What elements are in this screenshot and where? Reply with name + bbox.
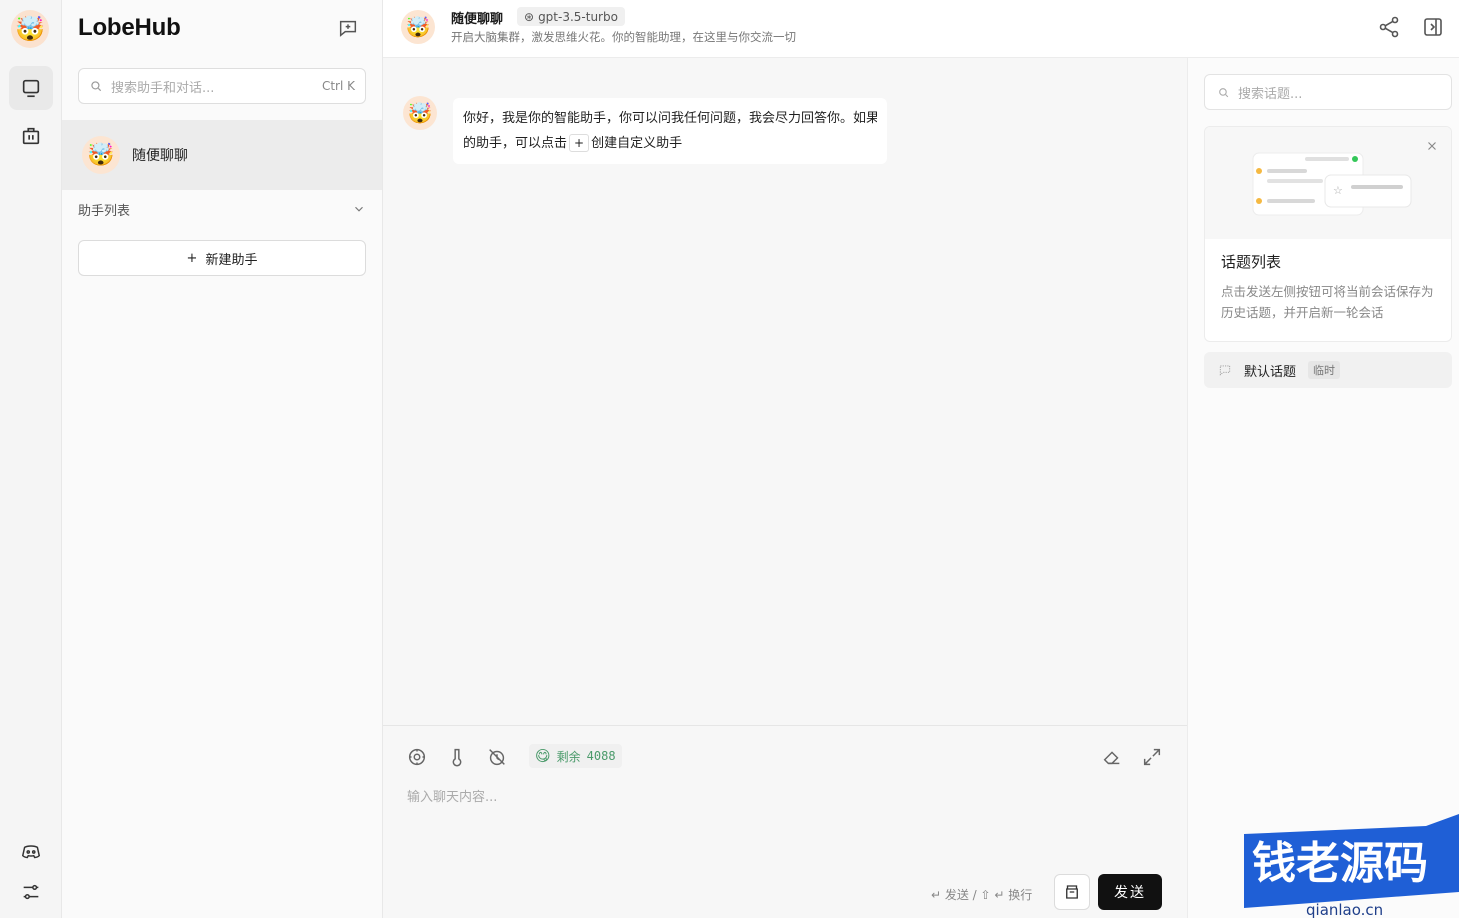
agent-title: 随便聊聊 bbox=[451, 12, 504, 27]
market-icon[interactable] bbox=[9, 114, 53, 158]
openai-icon: ⊛ bbox=[524, 9, 535, 24]
model-name: gpt-3.5-turbo bbox=[538, 9, 618, 24]
send-button[interactable]: 发送 bbox=[1098, 874, 1162, 910]
chat-input[interactable]: 输入聊天内容... bbox=[407, 786, 497, 805]
token-label: 剩余 bbox=[556, 749, 581, 764]
agent-description: 开启大脑集群，激发思维火花。你的智能助理，在这里与你交流一切 bbox=[451, 30, 796, 44]
brand-logo: LobeHub bbox=[78, 14, 181, 41]
default-topic-item[interactable]: 默认话题 临时 bbox=[1204, 352, 1452, 388]
save-topic-button[interactable] bbox=[1054, 874, 1090, 910]
token-value: 4088 bbox=[586, 749, 616, 763]
temperature-icon[interactable] bbox=[446, 746, 468, 768]
topic-guide-card: ☆ 话题列表 点击发送左侧按钮可将当前会话保存为历史话题，并开启新一轮会话 bbox=[1204, 126, 1452, 342]
temporary-badge: 临时 bbox=[1308, 361, 1341, 379]
user-avatar[interactable]: 🤯 bbox=[11, 10, 49, 48]
history-off-icon[interactable] bbox=[486, 746, 508, 768]
message-line-2: 的助手，可以点击 + 创建自定义助手 bbox=[463, 131, 877, 156]
search-icon bbox=[91, 81, 102, 92]
agent-group-header[interactable]: 助手列表 bbox=[78, 198, 366, 220]
guide-description: 点击发送左侧按钮可将当前会话保存为历史话题，并开启新一轮会话 bbox=[1221, 284, 1434, 320]
chat-composer: 😋 剩余 4088 输入聊天内容... ↵ 发送 / ⇧ ↵ 换行 发送 bbox=[383, 725, 1187, 918]
watermark-url: qianlao.cn bbox=[1306, 901, 1383, 918]
message-bubble: 你好，我是你的智能助手，你可以问我任何问题，我会尽力回答你。如果你需要获得更专业… bbox=[453, 98, 887, 164]
chat-icon[interactable] bbox=[9, 66, 53, 110]
search-placeholder: 搜索助手和对话... bbox=[111, 80, 215, 96]
chat-main: 🤯 随便聊聊 ⊛ gpt-3.5-turbo 开启大脑集群，激发思维火花。你的智… bbox=[383, 0, 1459, 918]
send-hint: ↵ 发送 / ⇧ ↵ 换行 bbox=[931, 888, 1033, 902]
icon-rail: 🤯 bbox=[0, 0, 62, 918]
message-icon bbox=[1219, 365, 1231, 376]
model-settings-icon[interactable] bbox=[406, 746, 428, 768]
message-avatar: 🤯 bbox=[403, 96, 437, 130]
group-title: 助手列表 bbox=[78, 203, 131, 219]
save-topic-icon bbox=[1066, 885, 1078, 899]
topic-search-placeholder: 搜索话题... bbox=[1238, 86, 1303, 102]
topic-panel: 搜索话题... ☆ 话题列表 点击发送左侧按钮可将当前会话保存为历史话题，并开启… bbox=[1187, 58, 1459, 918]
default-topic-title: 默认话题 bbox=[1244, 364, 1297, 380]
eraser-icon[interactable] bbox=[1101, 746, 1123, 768]
plus-icon: + bbox=[186, 250, 198, 266]
session-avatar: 🤯 bbox=[82, 136, 120, 174]
svg-text:☆: ☆ bbox=[1333, 184, 1343, 197]
guide-illustration: ☆ bbox=[1205, 127, 1451, 239]
watermark-logo: 钱老源码 qianlao.cn bbox=[1244, 814, 1459, 918]
message-line-1: 你好，我是你的智能助手，你可以问我任何问题，我会尽力回答你。如果你需要获得更专业… bbox=[463, 111, 877, 126]
share-icon[interactable] bbox=[1377, 15, 1401, 39]
token-counter[interactable]: 😋 剩余 4088 bbox=[529, 744, 622, 768]
close-icon[interactable] bbox=[1425, 139, 1439, 153]
new-chat-button[interactable] bbox=[334, 14, 362, 42]
toggle-panel-icon[interactable] bbox=[1421, 15, 1445, 39]
new-agent-label: 新建助手 bbox=[205, 252, 258, 268]
session-search-input[interactable]: 搜索助手和对话... Ctrl K bbox=[78, 68, 366, 104]
token-emoji: 😋 bbox=[535, 747, 551, 765]
chat-header: 🤯 随便聊聊 ⊛ gpt-3.5-turbo 开启大脑集群，激发思维火花。你的智… bbox=[383, 0, 1459, 58]
discord-icon[interactable] bbox=[9, 830, 53, 874]
search-shortcut: Ctrl K bbox=[321, 79, 355, 93]
topic-search-input[interactable]: 搜索话题... bbox=[1204, 74, 1452, 110]
expand-icon[interactable] bbox=[1141, 746, 1163, 768]
watermark-text: 钱老源码 bbox=[1252, 838, 1428, 889]
message-text: 创建自定义助手 bbox=[591, 136, 683, 151]
message-text: 的助手，可以点击 bbox=[463, 136, 568, 151]
search-icon bbox=[1219, 87, 1229, 97]
guide-title: 话题列表 bbox=[1221, 253, 1282, 271]
app-window: 🤯 LobeHub 搜索助手和对话... Ctrl K 🤯 随便聊聊 助手列表 … bbox=[0, 0, 1459, 918]
chevron-down-icon bbox=[355, 206, 363, 212]
settings-icon[interactable] bbox=[9, 870, 53, 914]
session-sidebar: LobeHub 搜索助手和对话... Ctrl K 🤯 随便聊聊 助手列表 + … bbox=[62, 0, 383, 918]
agent-avatar[interactable]: 🤯 bbox=[401, 10, 435, 44]
new-agent-button[interactable]: + 新建助手 bbox=[78, 240, 366, 276]
session-item[interactable]: 🤯 随便聊聊 bbox=[62, 120, 382, 190]
inline-plus-button[interactable]: + bbox=[569, 134, 590, 152]
session-title: 随便聊聊 bbox=[132, 148, 188, 164]
model-tag[interactable]: ⊛ gpt-3.5-turbo bbox=[517, 7, 625, 26]
